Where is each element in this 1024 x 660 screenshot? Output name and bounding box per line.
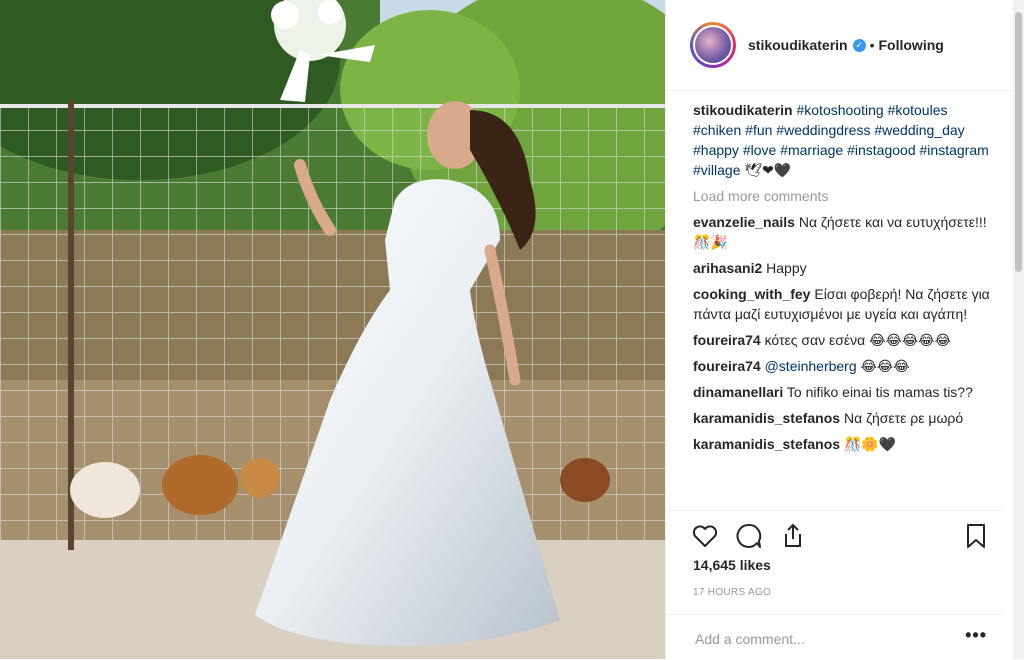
caption-emoji: 🕊❤🖤 bbox=[744, 162, 792, 178]
hashtag-link[interactable]: #happy bbox=[693, 142, 739, 158]
verified-badge-icon: ✓ bbox=[852, 38, 866, 52]
scrollbar[interactable] bbox=[1013, 0, 1024, 659]
add-comment-input[interactable] bbox=[693, 628, 957, 650]
caption: stikoudikaterin #kotoshooting #kotoules … bbox=[693, 100, 992, 180]
hashtag-link[interactable]: #wedding_day bbox=[874, 122, 964, 138]
load-more-comments-button[interactable]: Load more comments bbox=[693, 186, 992, 206]
hashtag-link[interactable]: #instagram bbox=[920, 142, 989, 158]
bookmark-icon[interactable] bbox=[961, 521, 991, 551]
more-options-icon[interactable]: ••• bbox=[965, 625, 987, 646]
caption-author[interactable]: stikoudikaterin bbox=[693, 102, 793, 118]
comment-text: Happy bbox=[766, 260, 807, 276]
action-bar: 14,645 likes 17 HOURS AGO bbox=[666, 510, 1003, 601]
comment-author[interactable]: dinamanellari bbox=[693, 384, 783, 400]
comment-text: 🎊🌼🖤 bbox=[843, 436, 897, 452]
comment-author[interactable]: arihasani2 bbox=[693, 260, 762, 276]
comment-item: evanzelie_nails Να ζήσετε και να ευτυχήσ… bbox=[693, 212, 992, 252]
comment-item: karamanidis_stefanos 🎊🌼🖤 bbox=[693, 434, 992, 454]
comment-text: 😂😂😂 bbox=[860, 358, 910, 374]
likes-count[interactable]: 14,645 likes bbox=[693, 557, 771, 573]
wedding-photo-illustration bbox=[0, 0, 665, 659]
post-timestamp[interactable]: 17 HOURS AGO bbox=[693, 587, 771, 598]
comment-author[interactable]: cooking_with_fey bbox=[693, 286, 810, 302]
comment-mention[interactable]: @steinherberg bbox=[765, 358, 857, 374]
scrollbar-thumb[interactable] bbox=[1015, 12, 1022, 272]
comment-item: foureira74 κότες σαν εσένα 😂😂😂😂😂 bbox=[693, 330, 992, 350]
comment-item: foureira74 @steinherberg 😂😂😂 bbox=[693, 356, 992, 376]
post-photo[interactable] bbox=[0, 0, 665, 659]
comment-author[interactable]: foureira74 bbox=[693, 332, 761, 348]
comment-item: dinamanellari To nifiko einai tis mamas … bbox=[693, 382, 992, 402]
comment-text: Να ζήσετε ρε μωρό bbox=[843, 410, 964, 426]
comment-author[interactable]: karamanidis_stefanos bbox=[693, 410, 840, 426]
comment-author[interactable]: evanzelie_nails bbox=[693, 214, 795, 230]
comment-author[interactable]: foureira74 bbox=[693, 358, 761, 374]
hashtag-link[interactable]: #love bbox=[743, 142, 776, 158]
separator-dot: • bbox=[869, 37, 875, 53]
avatar[interactable] bbox=[690, 22, 736, 68]
comment-item: cooking_with_fey Είσαι φοβερή! Να ζήσετε… bbox=[693, 284, 992, 324]
heart-icon[interactable] bbox=[690, 521, 720, 551]
hashtag-link[interactable]: #village bbox=[693, 162, 740, 178]
hashtag-link[interactable]: #marriage bbox=[780, 142, 843, 158]
hashtag-link[interactable]: #kotoshooting bbox=[796, 102, 883, 118]
share-icon[interactable] bbox=[778, 521, 808, 551]
hashtag-link[interactable]: #chiken bbox=[693, 122, 741, 138]
comment-text: To nifiko einai tis mamas tis?? bbox=[786, 384, 973, 400]
comment-text: κότες σαν εσένα 😂😂😂😂😂 bbox=[764, 332, 951, 348]
following-button[interactable]: Following bbox=[879, 37, 944, 53]
username-link[interactable]: stikoudikaterin bbox=[748, 37, 848, 53]
post-panel: stikoudikaterin ✓ • Following stikoudika… bbox=[665, 0, 1014, 659]
hashtag-link[interactable]: #fun bbox=[745, 122, 772, 138]
comment-item: arihasani2 Happy bbox=[693, 258, 992, 278]
hashtag-link[interactable]: #kotoules bbox=[888, 102, 948, 118]
post-header: stikoudikaterin ✓ • Following bbox=[666, 0, 1014, 91]
add-comment-bar: ••• bbox=[666, 614, 1003, 660]
hashtag-link[interactable]: #instagood bbox=[847, 142, 916, 158]
hashtag-link[interactable]: #weddingdress bbox=[776, 122, 870, 138]
comments-list: stikoudikaterin #kotoshooting #kotoules … bbox=[693, 100, 992, 510]
comment-item: karamanidis_stefanos Να ζήσετε ρε μωρό bbox=[693, 408, 992, 428]
comment-author[interactable]: karamanidis_stefanos bbox=[693, 436, 840, 452]
comment-bubble-icon[interactable] bbox=[734, 521, 764, 551]
